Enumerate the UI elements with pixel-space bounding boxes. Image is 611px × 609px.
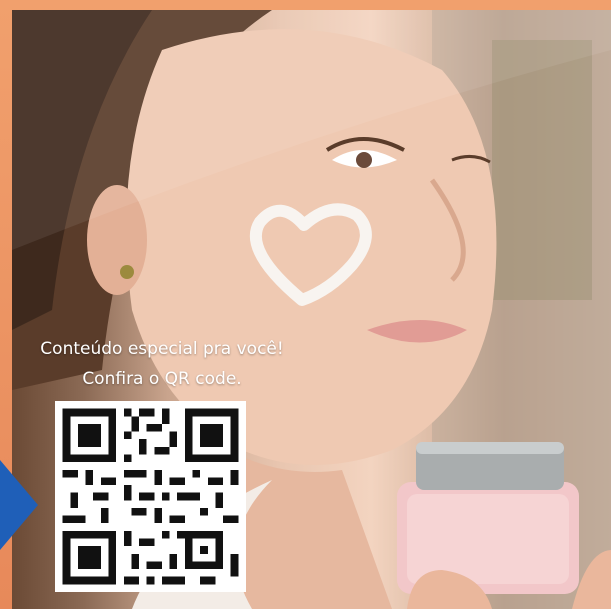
qr-code-icon[interactable] (55, 401, 246, 592)
earring (120, 265, 134, 279)
jar-lid-top (416, 442, 564, 454)
caption-line-1: Conteúdo especial pra você! (40, 339, 284, 359)
promo-banner: Conteúdo especial pra você! Confira o QR… (0, 0, 611, 609)
jar-highlight (407, 494, 569, 584)
caption: Conteúdo especial pra você! Confira o QR… (12, 334, 312, 394)
caption-line-2: Confira o QR code. (82, 369, 242, 389)
qr-code-graphic (55, 401, 246, 592)
blue-arrow-icon (0, 460, 38, 550)
iris (356, 152, 372, 168)
